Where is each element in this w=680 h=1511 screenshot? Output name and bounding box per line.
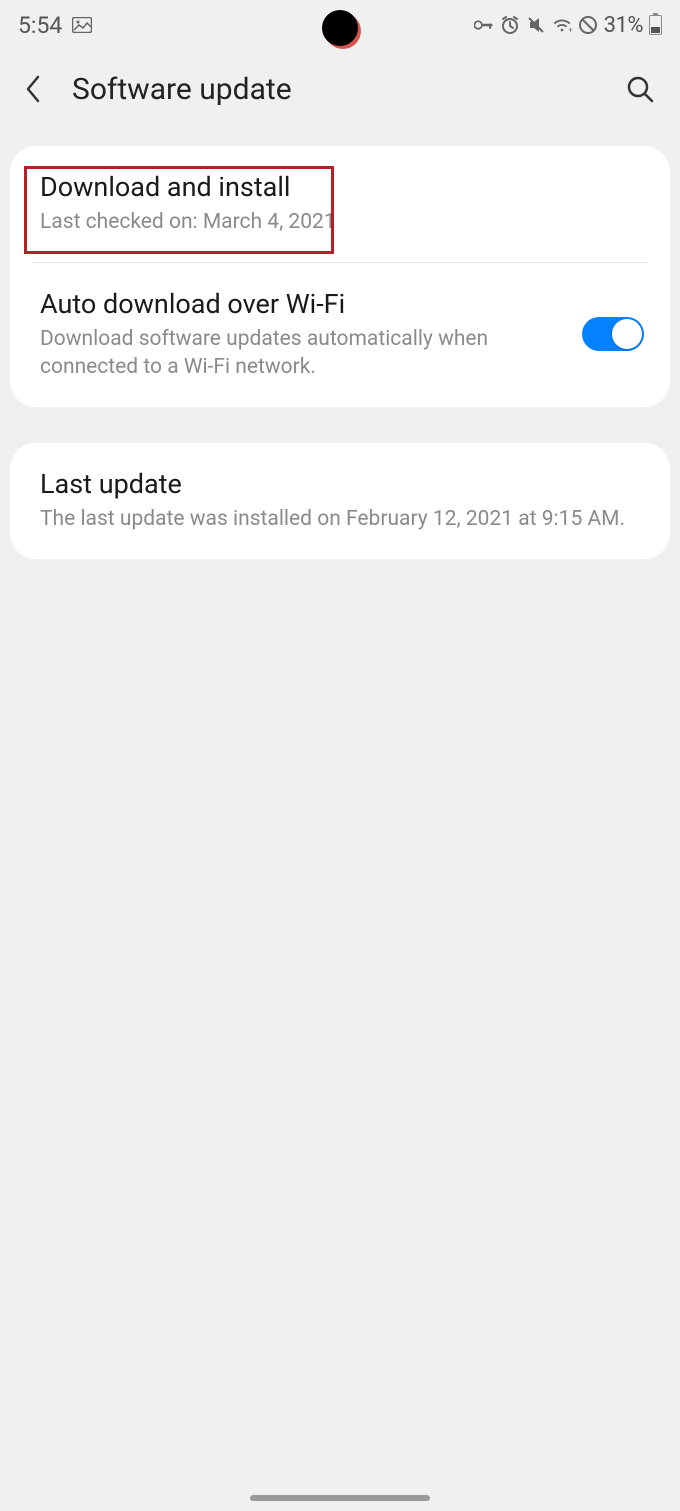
chevron-left-icon: [23, 73, 43, 105]
settings-card-1: Download and install Last checked on: Ma…: [10, 146, 670, 407]
download-install-row[interactable]: Download and install Last checked on: Ma…: [10, 146, 670, 262]
auto-download-title: Auto download over Wi-Fi: [40, 287, 562, 322]
app-header: Software update: [0, 50, 680, 128]
auto-download-toggle[interactable]: [582, 317, 644, 351]
svg-text:+: +: [568, 25, 572, 34]
auto-download-sub: Download software updates automatically …: [40, 326, 562, 381]
gallery-icon: [72, 15, 92, 35]
battery-icon: [649, 15, 662, 35]
toggle-knob: [612, 319, 642, 349]
status-time: 5:54: [18, 12, 62, 39]
vpn-key-icon: [474, 15, 494, 35]
last-update-row[interactable]: Last update The last update was installe…: [10, 443, 670, 559]
camera-cutout: [322, 10, 358, 46]
last-update-sub: The last update was installed on Februar…: [40, 506, 640, 533]
download-install-sub: Last checked on: March 4, 2021: [40, 209, 640, 236]
mute-icon: [526, 15, 546, 35]
status-right: + 31%: [474, 13, 662, 38]
page-title: Software update: [72, 72, 600, 107]
wifi-icon: +: [552, 15, 572, 35]
search-button[interactable]: [620, 69, 660, 109]
last-update-title: Last update: [40, 467, 640, 502]
back-button[interactable]: [14, 70, 52, 108]
download-install-title: Download and install: [40, 170, 640, 205]
status-left: 5:54: [18, 12, 92, 39]
no-sim-icon: [578, 15, 598, 35]
navigation-handle[interactable]: [250, 1495, 430, 1501]
settings-card-2: Last update The last update was installe…: [10, 443, 670, 559]
alarm-icon: [500, 15, 520, 35]
battery-percent: 31%: [604, 13, 643, 38]
status-bar: 5:54 + 31%: [0, 0, 680, 50]
search-icon: [625, 74, 655, 104]
auto-download-row[interactable]: Auto download over Wi-Fi Download softwa…: [10, 263, 670, 407]
